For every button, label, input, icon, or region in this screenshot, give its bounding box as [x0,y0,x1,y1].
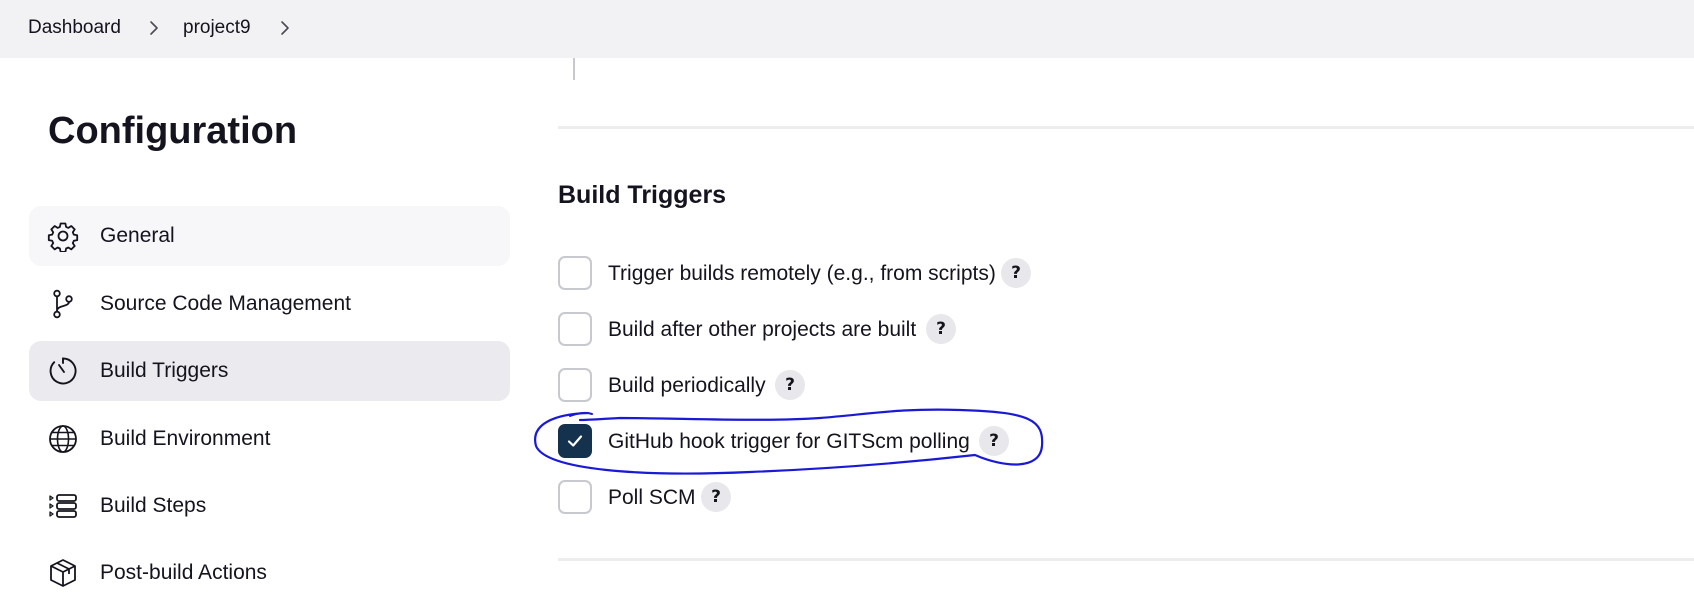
sidebar-item-post-build-actions[interactable]: Post-build Actions [29,543,510,603]
checkbox-build-periodically[interactable] [558,368,592,402]
option-label[interactable]: Trigger builds remotely (e.g., from scri… [608,261,996,287]
gear-icon [47,222,79,252]
sidebar-item-label: Source Code Management [100,292,351,315]
option-label[interactable]: Build after other projects are built [608,317,916,343]
page-title: Configuration [48,110,298,152]
sidebar-item-build-environment[interactable]: Build Environment [29,409,510,469]
checkbox-poll-scm[interactable] [558,480,592,514]
help-button[interactable]: ? [701,482,731,512]
stopwatch-icon [49,357,77,385]
sidebar-item-build-triggers[interactable]: Build Triggers [29,341,510,401]
sidebar-item-general[interactable]: General [29,206,510,266]
option-label[interactable]: Build periodically [608,373,766,399]
chevron-right-icon [150,21,158,35]
section-divider [558,126,1694,129]
globe-icon [49,425,77,453]
sidebar-item-label: Post-build Actions [100,561,267,584]
git-branch-icon [53,289,73,319]
checkmark-icon [567,435,583,447]
breadcrumb-dashboard[interactable]: Dashboard [28,16,121,40]
sidebar-item-label: Build Triggers [100,359,229,382]
sidebar-item-label: General [100,224,175,247]
sidebar-item-label: Build Steps [100,494,207,517]
breadcrumb-project[interactable]: project9 [183,16,251,40]
help-button[interactable]: ? [926,314,956,344]
section-divider [558,558,1694,561]
help-button[interactable]: ? [775,370,805,400]
section-title-build-triggers: Build Triggers [558,181,727,209]
chevron-right-icon[interactable] [275,18,295,38]
option-label[interactable]: Poll SCM [608,485,696,511]
section-connector [573,58,575,80]
sidebar-item-source-code-management[interactable]: Source Code Management [29,274,510,334]
package-icon [50,559,76,587]
option-label[interactable]: GitHub hook trigger for GITScm polling [608,429,970,455]
breadcrumb-bar: Dashboard project9 [0,0,1694,58]
sidebar-item-label: Build Environment [100,427,271,450]
list-steps-icon [49,494,77,518]
checkbox-build-after-other-projects[interactable] [558,312,592,346]
help-button[interactable]: ? [979,426,1009,456]
help-button[interactable]: ? [1001,258,1031,288]
checkbox-github-hook-trigger[interactable] [558,424,592,458]
sidebar-item-build-steps[interactable]: Build Steps [29,476,510,536]
checkbox-trigger-builds-remotely[interactable] [558,256,592,290]
